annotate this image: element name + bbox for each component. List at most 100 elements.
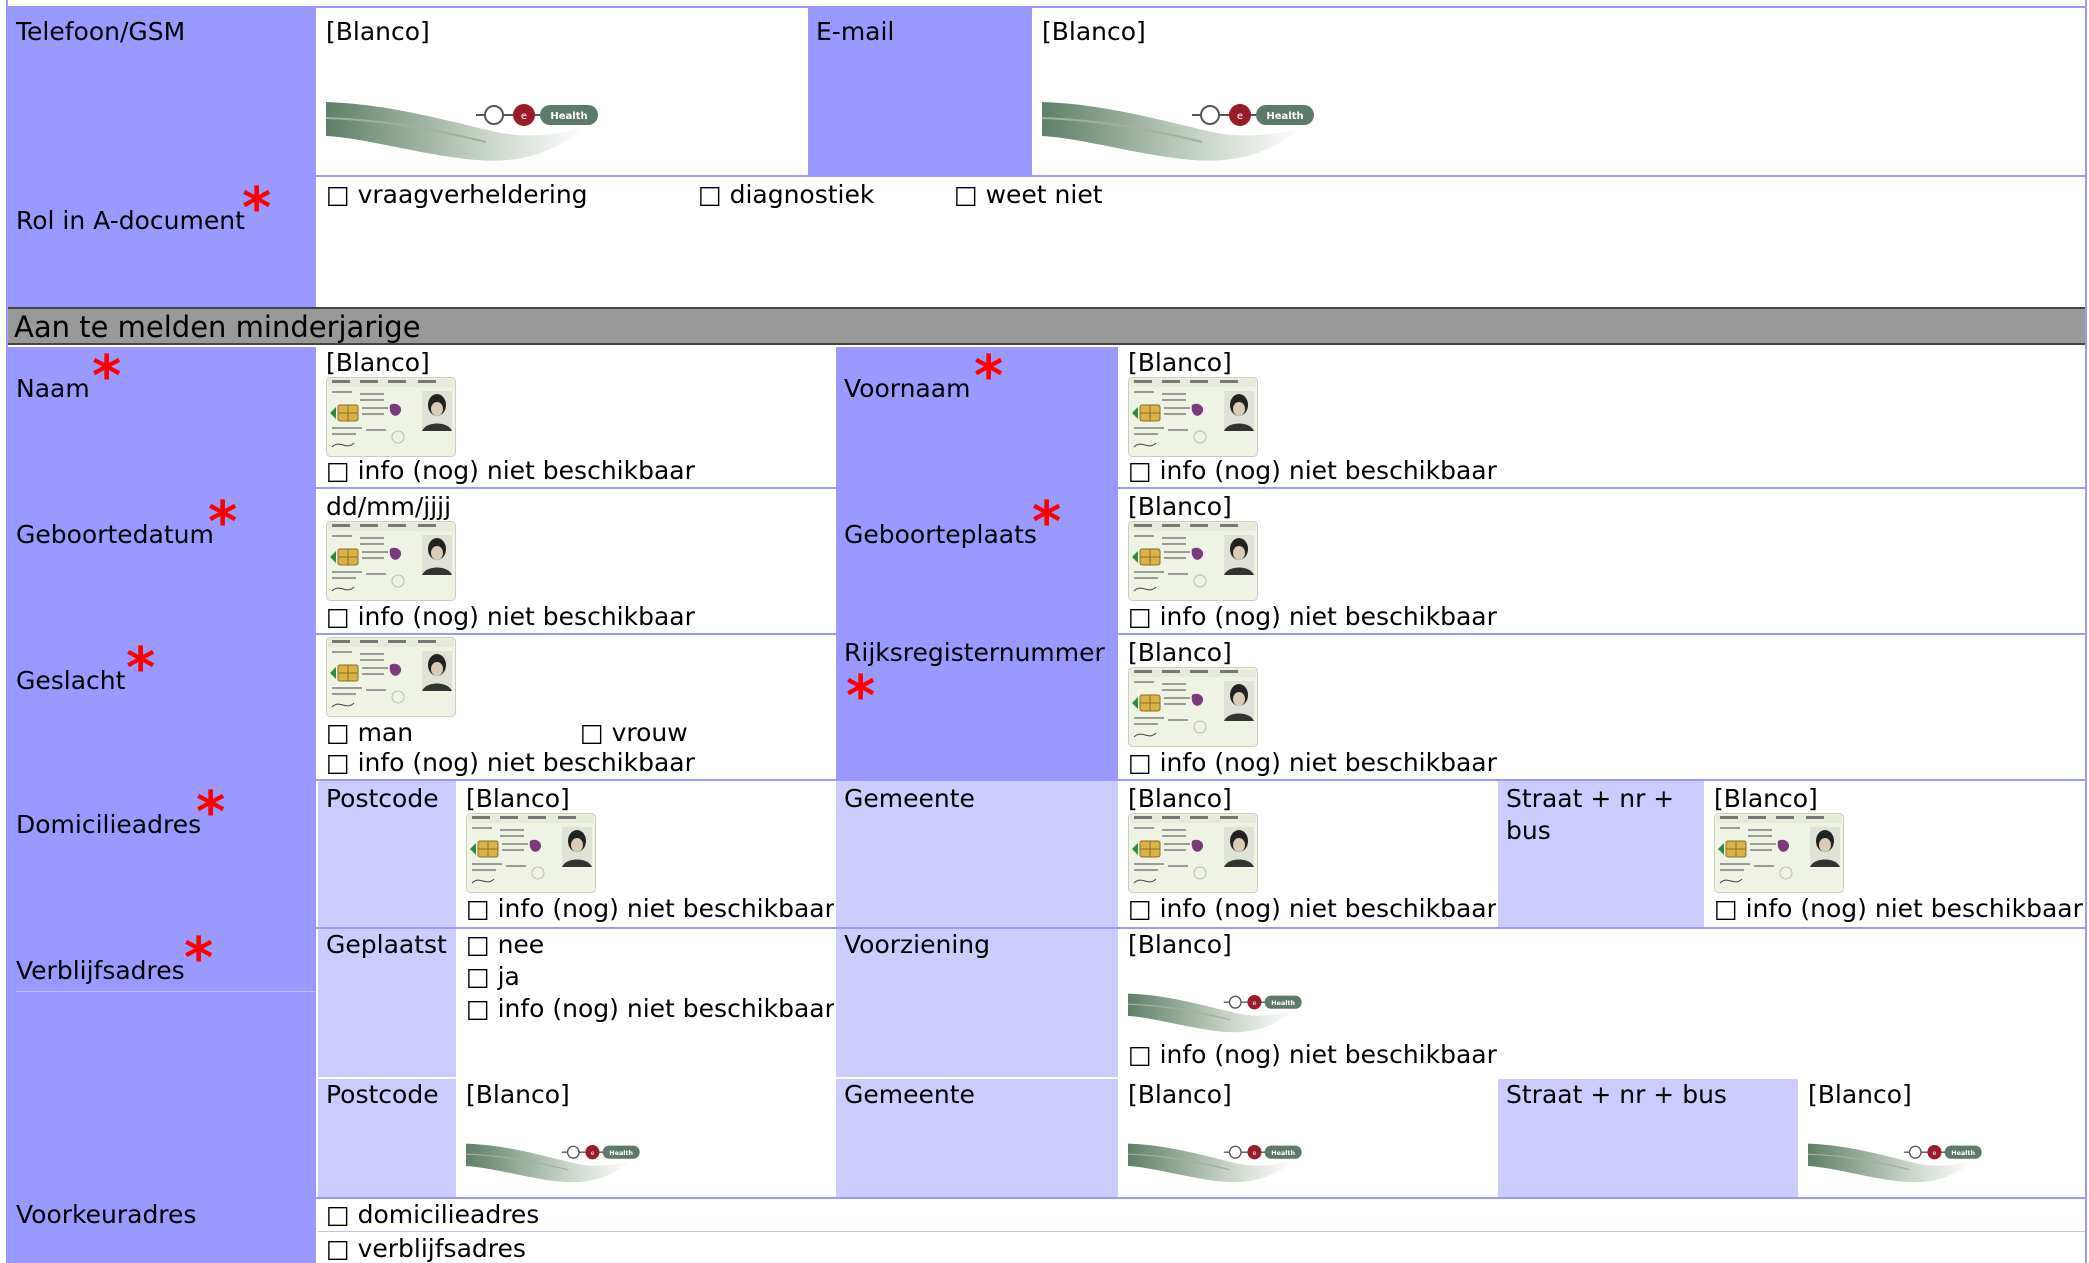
svg-text:e: e: [1932, 1149, 1936, 1157]
rijksregisternummer-field[interactable]: [Blanco] □ info (nog) niet beschikbaar: [1120, 635, 2085, 779]
geslacht-option-man[interactable]: □ man: [326, 717, 413, 749]
checkbox-icon[interactable]: □: [326, 456, 350, 485]
phone-label: Telefoon/GSM: [16, 17, 186, 46]
naam-not-available[interactable]: □ info (nog) niet beschikbaar: [326, 455, 695, 487]
eid-card-icon[interactable]: [1128, 521, 1258, 601]
checkbox-icon[interactable]: □: [466, 994, 490, 1023]
residence-straat-field[interactable]: [Blanco] e Health: [1800, 1079, 2085, 1197]
domicile-gemeente-value[interactable]: [Blanco]: [1128, 783, 1232, 815]
phone-label-cell: Telefoon/GSM: [8, 8, 316, 175]
domicile-postcode-field[interactable]: [Blanco] □ info (nog) niet beschikbaar: [458, 781, 834, 927]
ehealth-logo-icon: e Health: [465, 1141, 648, 1187]
geboortedatum-not-available[interactable]: □ info (nog) niet beschikbaar: [326, 601, 695, 633]
checkbox-icon[interactable]: □: [1128, 894, 1152, 923]
checkbox-icon[interactable]: □: [1128, 748, 1152, 777]
eid-card-icon[interactable]: [1128, 813, 1258, 893]
eid-card-icon[interactable]: [326, 377, 456, 457]
phone-field[interactable]: [Blanco] e Health: [318, 8, 806, 175]
geslacht-not-available[interactable]: □ info (nog) niet beschikbaar: [326, 747, 695, 779]
ehealth-logo-icon: e Health: [1807, 1141, 1990, 1187]
role-option-weet-niet[interactable]: □ weet niet: [954, 179, 1103, 211]
domicile-straat-field[interactable]: [Blanco] □ info (nog) niet beschikbaar: [1706, 781, 2085, 927]
domicile-straat-value[interactable]: [Blanco]: [1714, 783, 1818, 815]
geplaatst-option-ja[interactable]: □ ja: [466, 961, 520, 993]
domicile-gemeente-not-available[interactable]: □ info (nog) niet beschikbaar: [1128, 893, 1496, 925]
geslacht-option-vrouw[interactable]: □ vrouw: [580, 717, 688, 749]
checkbox-icon[interactable]: □: [1128, 1040, 1152, 1069]
residence-straat-value[interactable]: [Blanco]: [1808, 1079, 1912, 1111]
residence-gemeente-field[interactable]: [Blanco] e Health: [1120, 1079, 1496, 1197]
geplaatst-option-nee[interactable]: □ nee: [466, 929, 544, 961]
phone-value[interactable]: [Blanco]: [326, 16, 430, 48]
geboortedatum-label-cell: Geboortedatum *: [8, 489, 316, 633]
voornaam-value[interactable]: [Blanco]: [1128, 347, 1232, 379]
checkbox-icon[interactable]: □: [326, 1234, 350, 1263]
svg-text:e: e: [590, 1149, 594, 1157]
email-field[interactable]: [Blanco] e Health: [1034, 8, 2085, 175]
required-icon: *: [974, 347, 1004, 409]
checkbox-icon[interactable]: □: [326, 602, 350, 631]
eid-card-icon[interactable]: [1128, 667, 1258, 747]
voorkeuradres-option-verblijfsadres[interactable]: □ verblijfsadres: [326, 1233, 526, 1263]
checkbox-icon[interactable]: □: [466, 894, 490, 923]
checkbox-icon[interactable]: □: [326, 718, 350, 747]
divider: [318, 1231, 2085, 1232]
checkbox-icon[interactable]: □: [1714, 894, 1738, 923]
voorkeuradres-option-domicilieadres[interactable]: □ domicilieadres: [326, 1199, 539, 1231]
voorziening-not-available[interactable]: □ info (nog) niet beschikbaar: [1128, 1039, 1497, 1071]
eid-card-icon[interactable]: [1128, 377, 1258, 457]
eid-card-icon[interactable]: [326, 637, 456, 717]
domicile-gemeente-label-cell: Gemeente: [836, 781, 1118, 927]
svg-text:Health: Health: [1271, 999, 1295, 1007]
checkbox-icon[interactable]: □: [1128, 456, 1152, 485]
checkbox-icon[interactable]: □: [326, 180, 350, 209]
checkbox-icon[interactable]: □: [466, 930, 490, 959]
required-icon: *: [184, 929, 214, 991]
domicile-straat-label: Straat + nr + bus: [1506, 784, 1675, 845]
grid-line: [8, 779, 2087, 781]
svg-text:e: e: [1252, 1149, 1256, 1157]
section-title: Aan te melden minderjarige: [14, 310, 421, 344]
role-option-vraagverheldering[interactable]: □ vraagverheldering: [326, 179, 588, 211]
residence-postcode-value[interactable]: [Blanco]: [466, 1079, 570, 1111]
eid-card-icon[interactable]: [326, 521, 456, 601]
geboorteplaats-label: Geboorteplaats: [844, 520, 1037, 549]
eid-card-icon[interactable]: [1714, 813, 1844, 893]
checkbox-icon[interactable]: □: [954, 180, 978, 209]
geboortedatum-field[interactable]: dd/mm/jjjj □ info (nog) niet beschikbaar: [318, 489, 834, 633]
naam-field[interactable]: [Blanco] □ info (nog) niet beschikbaar: [318, 347, 834, 487]
geboorteplaats-field[interactable]: [Blanco] □ info (nog) niet beschikbaar: [1120, 489, 2085, 633]
residence-postcode-field[interactable]: [Blanco] e Health: [458, 1079, 834, 1197]
checkbox-icon[interactable]: □: [466, 962, 490, 991]
checkbox-icon[interactable]: □: [326, 748, 350, 777]
naam-value[interactable]: [Blanco]: [326, 347, 430, 379]
voornaam-not-available[interactable]: □ info (nog) niet beschikbaar: [1128, 455, 1497, 487]
voornaam-field[interactable]: [Blanco] □ info (nog) niet beschikbaar: [1120, 347, 2085, 487]
residence-postcode-label-cell: Postcode: [318, 1079, 456, 1197]
domicile-straat-not-available[interactable]: □ info (nog) niet beschikbaar: [1714, 893, 2083, 925]
checkbox-icon[interactable]: □: [580, 718, 604, 747]
rijksregisternummer-value[interactable]: [Blanco]: [1128, 637, 1232, 669]
grid-line: [8, 927, 2087, 929]
domicile-gemeente-field[interactable]: [Blanco] □ info (nog) niet beschikbaar: [1120, 781, 1496, 927]
residence-postcode-label: Postcode: [326, 1080, 439, 1109]
geboorteplaats-not-available[interactable]: □ info (nog) niet beschikbaar: [1128, 601, 1497, 633]
checkbox-icon[interactable]: □: [1128, 602, 1152, 631]
geboortedatum-value[interactable]: dd/mm/jjjj: [326, 491, 451, 523]
eid-card-icon[interactable]: [466, 813, 596, 893]
role-option-diagnostiek[interactable]: □ diagnostiek: [698, 179, 874, 211]
domicile-postcode-not-available[interactable]: □ info (nog) niet beschikbaar: [466, 893, 834, 925]
email-value[interactable]: [Blanco]: [1042, 16, 1146, 48]
domicile-postcode-value[interactable]: [Blanco]: [466, 783, 570, 815]
geplaatst-label-cell: Geplaatst: [318, 929, 456, 1077]
checkbox-icon[interactable]: □: [326, 1200, 350, 1229]
role-label: Rol in A-document: [16, 206, 245, 235]
residence-gemeente-value[interactable]: [Blanco]: [1128, 1079, 1232, 1111]
geplaatst-option-not-available[interactable]: □ info (nog) niet beschikbaar: [466, 993, 834, 1025]
geboorteplaats-value[interactable]: [Blanco]: [1128, 491, 1232, 523]
voorziening-value[interactable]: [Blanco]: [1128, 929, 1232, 961]
checkbox-icon[interactable]: □: [698, 180, 722, 209]
rijksregisternummer-not-available[interactable]: □ info (nog) niet beschikbaar: [1128, 747, 1497, 779]
voorziening-field[interactable]: [Blanco] e Health □ info (nog) niet besch…: [1120, 929, 2085, 1077]
voorkeuradres-label: Voorkeuradres: [16, 1200, 197, 1229]
